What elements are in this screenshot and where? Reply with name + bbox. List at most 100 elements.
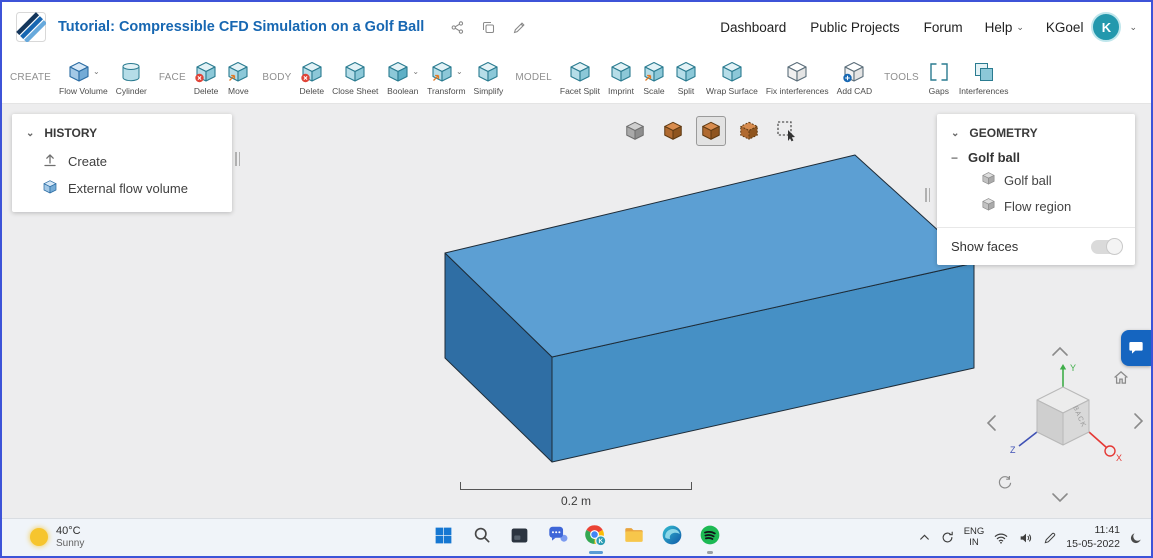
edit-icon[interactable]	[512, 20, 527, 35]
orientation-widget: Y Z X BACK	[985, 344, 1145, 504]
tray-update-icon[interactable]	[940, 530, 955, 545]
scale-bar-label: 0.2 m	[560, 494, 591, 508]
weather-desc: Sunny	[56, 538, 85, 550]
user-menu[interactable]: KGoel K ⌄	[1046, 12, 1137, 42]
clock[interactable]: 11:41 15-05-2022	[1066, 524, 1120, 550]
nav-public-projects[interactable]: Public Projects	[810, 20, 899, 35]
geometry-item-flow-region[interactable]: Flow region	[937, 193, 1135, 219]
toolbar-group-face: FACE Delete Move	[159, 58, 255, 98]
history-items: Create External flow volume	[12, 148, 232, 202]
geometry-item-golf-ball[interactable]: Golf ball	[937, 167, 1135, 193]
view-shaded-icon[interactable]	[658, 116, 688, 146]
help-menu[interactable]: Help ⌄	[985, 20, 1024, 35]
orbit-up-chevron-icon[interactable]	[1051, 346, 1069, 357]
pen-icon[interactable]	[1043, 531, 1057, 545]
app-window: Tutorial: Compressible CFD Simulation on…	[0, 0, 1153, 558]
app-logo-icon[interactable]	[16, 12, 46, 42]
tool-label: Facet Split	[559, 85, 601, 96]
copy-icon[interactable]	[481, 20, 496, 35]
chevron-down-icon: ⌄	[951, 127, 960, 139]
show-faces-toggle[interactable]	[1091, 237, 1123, 255]
tool-face-move[interactable]: Move	[222, 58, 254, 98]
tool-body-boolean[interactable]: ⌄ Boolean	[382, 58, 423, 98]
history-item-external-flow-volume[interactable]: External flow volume	[12, 175, 232, 202]
notifications-moon-icon[interactable]	[1129, 531, 1143, 545]
file-explorer-button[interactable]	[617, 521, 651, 555]
history-panel-header[interactable]: ⌄ HISTORY	[12, 114, 232, 148]
chevron-down-icon: ⌄	[412, 67, 420, 76]
tool-label: Imprint	[608, 85, 635, 96]
tool-model-add-cad[interactable]: Add CAD	[833, 58, 876, 98]
orbit-left-chevron-icon[interactable]	[986, 414, 997, 432]
tool-model-wrap-surface[interactable]: Wrap Surface	[702, 58, 762, 98]
view-shaded-edges-icon[interactable]	[696, 116, 726, 146]
tool-model-scale[interactable]: Scale	[638, 58, 670, 98]
nav-dashboard[interactable]: Dashboard	[720, 20, 786, 35]
tool-label: Flow Volume	[59, 85, 108, 96]
tool-body-close-sheet[interactable]: Close Sheet	[328, 58, 382, 98]
chevron-down-icon: ⌄	[93, 67, 100, 76]
history-item-create[interactable]: Create	[12, 148, 232, 175]
chevron-down-icon: ⌄	[1129, 21, 1137, 32]
tool-tools-gaps[interactable]: Gaps	[923, 58, 955, 98]
tool-label: Delete	[193, 85, 219, 96]
cad-toolbar: CREATE ⌄ Flow Volume Cylinder FACE Delete Move…	[2, 52, 1151, 104]
geometry-item-label: Golf ball	[1004, 172, 1052, 188]
spotify-button[interactable]	[693, 521, 727, 555]
orbit-right-chevron-icon[interactable]	[1133, 412, 1144, 430]
flow-volume-icon: ⌄	[67, 60, 100, 84]
tray-chevron-up-icon[interactable]	[918, 531, 931, 544]
tool-label: Gaps	[928, 85, 949, 96]
geometry-panel-header[interactable]: ⌄ GEOMETRY	[937, 114, 1135, 148]
box-select-icon[interactable]	[772, 116, 802, 146]
view-solid-icon[interactable]	[620, 116, 650, 146]
chrome-icon: K	[584, 524, 607, 552]
history-item-label: Create	[68, 154, 108, 169]
boolean-icon: ⌄	[386, 60, 419, 84]
search-icon	[472, 525, 492, 550]
tool-body-transform[interactable]: ⌄ Transform	[423, 58, 469, 98]
language-switcher[interactable]: ENG IN	[964, 526, 985, 549]
browser-profile-button[interactable]: K	[579, 521, 613, 555]
nav-forum[interactable]: Forum	[924, 20, 963, 35]
svg-text:X: X	[1116, 453, 1122, 463]
scale-icon	[642, 60, 666, 84]
wifi-icon[interactable]	[993, 530, 1009, 546]
edge-button[interactable]	[655, 521, 689, 555]
app-header: Tutorial: Compressible CFD Simulation on…	[2, 2, 1151, 52]
header-nav-items: Dashboard Public Projects Forum	[720, 20, 962, 35]
tool-tools-interferences[interactable]: Interferences	[955, 58, 1013, 98]
simplify-icon	[476, 60, 500, 84]
tool-model-facet-split[interactable]: Facet Split	[556, 58, 604, 98]
geometry-resize-handle[interactable]	[925, 188, 934, 202]
scale-bar-line	[460, 482, 692, 490]
tool-label: Close Sheet	[332, 85, 379, 96]
tool-model-imprint[interactable]: Imprint	[604, 58, 638, 98]
geometry-root-item[interactable]: − Golf ball	[937, 148, 1135, 167]
collapse-icon[interactable]: −	[951, 151, 959, 165]
chat-button[interactable]	[541, 521, 575, 555]
flow-volume-cube-icon	[42, 179, 58, 198]
weather-widget[interactable]: 40°C Sunny	[30, 525, 84, 549]
start-button[interactable]	[427, 521, 461, 555]
spotify-icon	[699, 524, 721, 551]
view-cube[interactable]: Y Z X BACK	[1005, 360, 1125, 480]
tool-create-flow-volume[interactable]: ⌄ Flow Volume	[55, 58, 112, 98]
task-view-button[interactable]	[503, 521, 537, 555]
chevron-down-icon: ⌄	[1016, 21, 1024, 32]
view-hidden-edges-icon[interactable]	[734, 116, 764, 146]
tool-model-fix-interferences[interactable]: Fix interferences	[762, 58, 833, 98]
tool-body-simplify[interactable]: Simplify	[470, 58, 508, 98]
tool-create-cylinder[interactable]: Cylinder	[112, 58, 151, 98]
toolbar-groups: CREATE ⌄ Flow Volume Cylinder FACE Delete Move…	[10, 58, 1143, 98]
share-icon[interactable]	[450, 20, 465, 35]
volume-icon[interactable]	[1018, 530, 1034, 546]
history-resize-handle[interactable]	[235, 152, 244, 166]
orbit-down-chevron-icon[interactable]	[1051, 492, 1069, 503]
interferences-icon	[972, 60, 996, 84]
tool-body-delete[interactable]: Delete	[296, 58, 329, 98]
search-button[interactable]	[465, 521, 499, 555]
tool-face-delete[interactable]: Delete	[190, 58, 223, 98]
tool-model-split[interactable]: Split	[670, 58, 702, 98]
add-cad-icon	[842, 60, 866, 84]
